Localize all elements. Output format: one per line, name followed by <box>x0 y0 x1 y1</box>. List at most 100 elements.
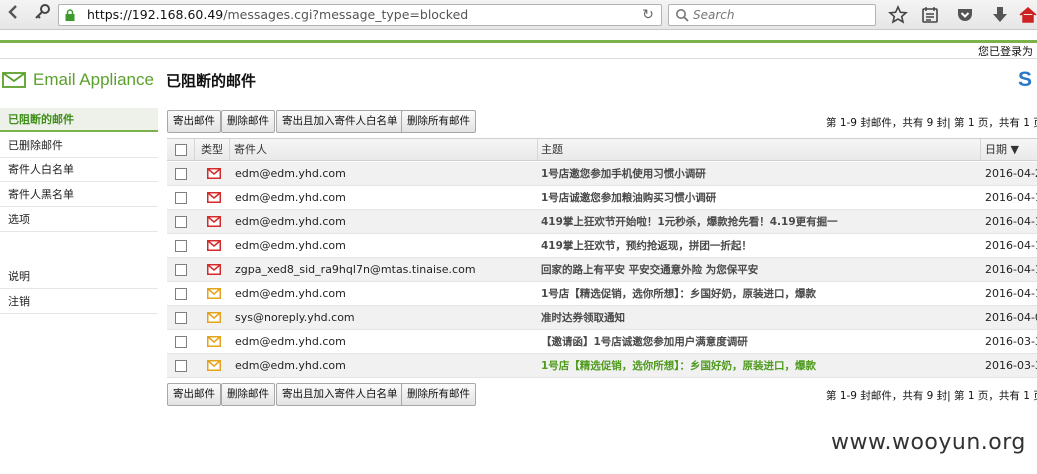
row-checkbox[interactable] <box>175 336 187 348</box>
table-row[interactable]: edm@edm.yhd.com 1号店诚邀您参加粮油购买习惯小调研 2016-04-… <box>167 186 1037 210</box>
url-path: /messages.cgi?message_type=blocked <box>223 7 469 22</box>
row-date: 2016-04-10 <box>985 287 1037 300</box>
select-all-checkbox[interactable] <box>175 144 187 156</box>
row-sender[interactable]: sys@noreply.yhd.com <box>235 306 355 330</box>
row-subject[interactable]: 回家的路上有平安 平安交通意外险 为您保平安 <box>541 258 758 282</box>
back-arrow-icon <box>8 5 17 19</box>
envelope-icon <box>207 288 221 299</box>
delete-button[interactable]: 删除邮件 <box>221 110 275 133</box>
row-subject[interactable]: 1号店诚邀您参加粮油购买习惯小调研 <box>541 186 716 210</box>
table-row[interactable]: edm@edm.yhd.com 419掌上狂欢节，预约抢返现，拼团一折起！ 2016… <box>167 234 1037 258</box>
row-date: 2016-03-31 <box>985 335 1037 348</box>
row-date: 2016-04-10 <box>985 263 1037 276</box>
sidebar-item-whitelist[interactable]: 寄件人白名单 <box>0 158 158 182</box>
row-sender[interactable]: edm@edm.yhd.com <box>235 210 346 234</box>
row-sender[interactable]: edm@edm.yhd.com <box>235 354 346 378</box>
row-sender[interactable]: edm@edm.yhd.com <box>235 186 346 210</box>
pager-info-bottom: 第 1-9 封邮件，共有 9 封| 第 1 页，共有 1 页 <box>826 390 1037 402</box>
send-button[interactable]: 寄出邮件 <box>167 110 221 133</box>
row-checkbox[interactable] <box>175 192 187 204</box>
mail-logo-icon <box>2 72 26 88</box>
site-identity-button[interactable] <box>30 3 54 27</box>
watermark: www.wooyun.org <box>831 430 1026 455</box>
envelope-icon <box>207 312 221 323</box>
table-row[interactable]: edm@edm.yhd.com 419掌上狂欢节开始啦！1元秒杀，爆款抢先看！4.… <box>167 210 1037 234</box>
envelope-icon <box>207 168 221 179</box>
lock-icon <box>65 9 75 21</box>
row-date: 2016-04-20 <box>985 167 1037 180</box>
header-divider <box>0 58 1037 59</box>
row-checkbox[interactable] <box>175 168 187 180</box>
key-icon <box>35 4 50 19</box>
delete-all-button[interactable]: 删除所有邮件 <box>401 110 476 133</box>
send-and-whitelist-button[interactable]: 寄出且加入寄件人白名单 <box>276 110 404 133</box>
reload-icon[interactable]: ↻ <box>639 5 657 25</box>
home-icon[interactable] <box>1018 5 1037 25</box>
row-date: 2016-04-16 <box>985 215 1037 228</box>
column-type[interactable]: 类型 <box>201 139 223 161</box>
url-text: https://192.168.60.49/messages.cgi?messa… <box>87 5 468 25</box>
delete-button-bottom[interactable]: 删除邮件 <box>221 383 275 406</box>
table-header: 类型 寄件人 主题 日期 ▼ <box>167 138 1037 161</box>
row-subject[interactable]: 准时达券领取通知 <box>541 306 625 330</box>
row-subject[interactable]: 1号店邀您参加手机使用习惯小调研 <box>541 162 706 186</box>
sidebar-item-blacklist[interactable]: 寄件人黑名单 <box>0 183 158 207</box>
pocket-icon[interactable] <box>955 5 975 25</box>
sidebar-item-options[interactable]: 选项 <box>0 208 158 232</box>
envelope-icon <box>207 336 221 347</box>
row-subject[interactable]: 419掌上狂欢节，预约抢返现，拼团一折起！ <box>541 234 752 258</box>
login-status: 您已登录为 <box>978 45 1033 58</box>
bookmark-star-icon[interactable] <box>888 5 908 25</box>
row-checkbox[interactable] <box>175 288 187 300</box>
table-row[interactable]: sys@noreply.yhd.com 准时达券领取通知 2016-04-05 <box>167 306 1037 330</box>
column-sender[interactable]: 寄件人 <box>234 139 267 161</box>
send-and-whitelist-button-bottom[interactable]: 寄出且加入寄件人白名单 <box>276 383 404 406</box>
sidebar-item-blocked[interactable]: 已阻断的邮件 <box>0 108 158 132</box>
browser-toolbar: https://192.168.60.49/messages.cgi?messa… <box>0 0 1037 30</box>
row-date: 2016-04-12 <box>985 239 1037 252</box>
download-icon[interactable] <box>990 5 1010 25</box>
row-checkbox[interactable] <box>175 240 187 252</box>
row-date: 2016-04-05 <box>985 311 1037 324</box>
row-sender[interactable]: zgpa_xed8_sid_ra9hql7n@mtas.tinaise.com <box>235 258 476 282</box>
envelope-icon <box>207 216 221 227</box>
row-sender[interactable]: edm@edm.yhd.com <box>235 162 346 186</box>
pager-info: 第 1-9 封邮件，共有 9 封| 第 1 页，共有 1 页 <box>826 117 1037 129</box>
table-row[interactable]: edm@edm.yhd.com 1号店【精选促销，选你所想】：乡国好奶，原装进口，… <box>167 282 1037 306</box>
table-row[interactable]: edm@edm.yhd.com 【邀请函】1号店诚邀您参加用户满意度调研 2016-… <box>167 330 1037 354</box>
sidebar: 已阻断的邮件 已删除邮件 寄件人白名单 寄件人黑名单 选项 说明 注销 <box>0 108 158 318</box>
table-row[interactable]: edm@edm.yhd.com 1号店邀您参加手机使用习惯小调研 2016-04-2… <box>167 162 1037 186</box>
brand-name: Email Appliance <box>33 70 154 89</box>
column-subject[interactable]: 主题 <box>541 139 563 161</box>
login-strip: 您已登录为 <box>0 40 1037 58</box>
table-row[interactable]: zgpa_xed8_sid_ra9hql7n@mtas.tinaise.com 回… <box>167 258 1037 282</box>
delete-all-button-bottom[interactable]: 删除所有邮件 <box>401 383 476 406</box>
sidebar-item-deleted[interactable]: 已删除邮件 <box>0 134 158 158</box>
table-row[interactable]: edm@edm.yhd.com 1号店【精选促销，选你所想】：乡国好奶，原装进口，… <box>167 354 1037 378</box>
row-checkbox[interactable] <box>175 216 187 228</box>
url-host: https://192.168.60.49 <box>87 7 224 22</box>
url-bar[interactable]: https://192.168.60.49/messages.cgi?messa… <box>58 4 662 26</box>
sidebar-item-logout[interactable]: 注销 <box>0 290 158 314</box>
search-input[interactable] <box>693 7 871 23</box>
row-checkbox[interactable] <box>175 360 187 372</box>
row-subject[interactable]: 1号店【精选促销，选你所想】：乡国好奶，原装进口，爆款 <box>541 354 816 378</box>
row-sender[interactable]: edm@edm.yhd.com <box>235 282 346 306</box>
row-sender[interactable]: edm@edm.yhd.com <box>235 234 346 258</box>
column-date[interactable]: 日期 ▼ <box>985 139 1019 161</box>
row-checkbox[interactable] <box>175 264 187 276</box>
sidebar-item-help[interactable]: 说明 <box>0 265 158 289</box>
row-subject[interactable]: 1号店【精选促销，选你所想】：乡国好奶，原装进口，爆款 <box>541 282 816 306</box>
row-subject[interactable]: 419掌上狂欢节开始啦！1元秒杀，爆款抢先看！4.19更有掘一 <box>541 210 838 234</box>
row-subject[interactable]: 【邀请函】1号店诚邀您参加用户满意度调研 <box>541 330 748 354</box>
row-sender[interactable]: edm@edm.yhd.com <box>235 330 346 354</box>
back-button[interactable] <box>2 3 26 27</box>
row-date: 2016-04-18 <box>985 191 1037 204</box>
envelope-icon <box>207 264 221 275</box>
search-icon <box>676 9 689 22</box>
vendor-logo: S <box>1018 68 1033 91</box>
reading-list-icon[interactable] <box>920 5 940 25</box>
search-box[interactable] <box>668 4 876 26</box>
send-button-bottom[interactable]: 寄出邮件 <box>167 383 221 406</box>
row-checkbox[interactable] <box>175 312 187 324</box>
